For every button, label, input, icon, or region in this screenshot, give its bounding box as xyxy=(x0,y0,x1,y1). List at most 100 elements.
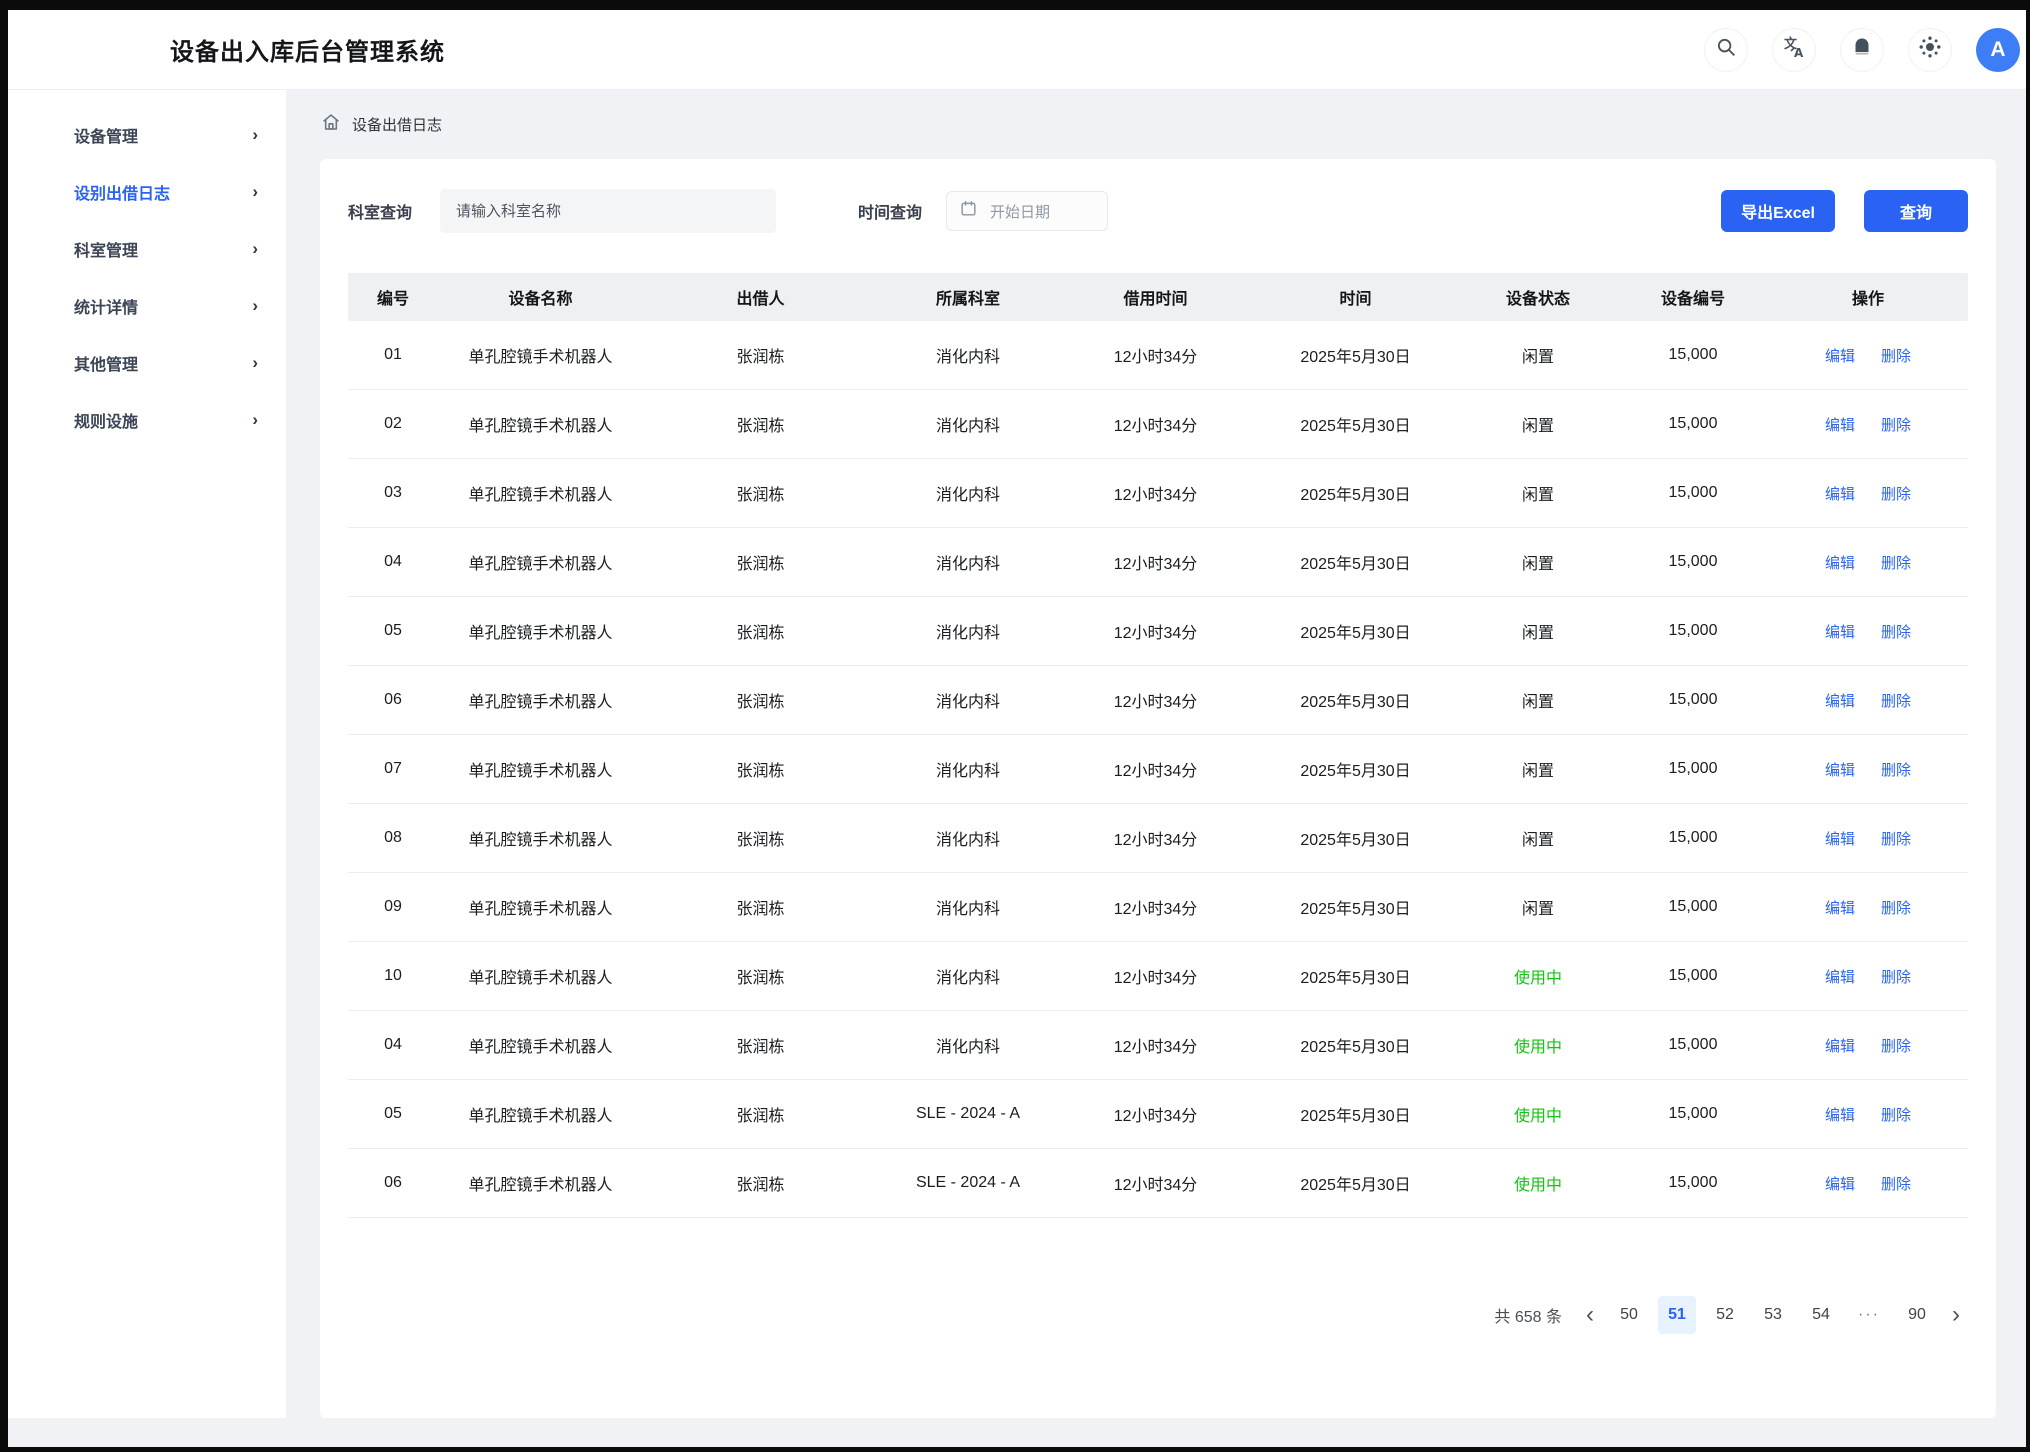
edit-link[interactable]: 编辑 xyxy=(1825,345,1855,366)
cell-no: 04 xyxy=(348,1036,438,1054)
cell-device-name: 单孔腔镜手术机器人 xyxy=(438,1033,643,1057)
table-row: 04单孔腔镜手术机器人张润栋消化内科12小时34分2025年5月30日使用中15… xyxy=(348,1011,1968,1080)
edit-link[interactable]: 编辑 xyxy=(1825,1173,1855,1194)
pagination: 共 658 条 ‹5051525354···90› xyxy=(348,1296,1968,1334)
cell-lender: 张润栋 xyxy=(643,343,878,367)
table-row: 08单孔腔镜手术机器人张润栋消化内科12小时34分2025年5月30日闲置15,… xyxy=(348,804,1968,873)
cell-lender: 张润栋 xyxy=(643,1171,878,1195)
edit-link[interactable]: 编辑 xyxy=(1825,483,1855,504)
main-area: 设备出借日志 科室查询 时间查询 xyxy=(286,90,2026,1418)
search-button[interactable] xyxy=(1704,28,1748,72)
user-avatar[interactable]: A xyxy=(1976,28,2020,72)
cell-device-name: 单孔腔镜手术机器人 xyxy=(438,412,643,436)
column-header: 操作 xyxy=(1768,285,1968,309)
chevron-right-icon: › xyxy=(252,240,258,257)
table-row: 06单孔腔镜手术机器人张润栋SLE - 2024 - A12小时34分2025年… xyxy=(348,1149,1968,1218)
notifications-button[interactable] xyxy=(1840,28,1884,72)
delete-link[interactable]: 删除 xyxy=(1881,1173,1911,1194)
cell-no: 02 xyxy=(348,415,438,433)
column-header: 借用时间 xyxy=(1058,285,1253,309)
page-button[interactable]: 51 xyxy=(1658,1296,1696,1334)
edit-link[interactable]: 编辑 xyxy=(1825,1104,1855,1125)
cell-lender: 张润栋 xyxy=(643,757,878,781)
body-row: 设备管理›设别出借日志›科室管理›统计详情›其他管理›规则设施› 设备出借日志 … xyxy=(8,90,2026,1418)
edit-link[interactable]: 编辑 xyxy=(1825,1035,1855,1056)
edit-link[interactable]: 编辑 xyxy=(1825,966,1855,987)
edit-link[interactable]: 编辑 xyxy=(1825,759,1855,780)
sidebar-item[interactable]: 设别出借日志› xyxy=(8,163,286,220)
start-date-picker[interactable]: 开始日期 xyxy=(946,191,1108,231)
cell-device-code: 15,000 xyxy=(1618,760,1768,778)
sidebar-item[interactable]: 设备管理› xyxy=(8,106,286,163)
table-row: 05单孔腔镜手术机器人张润栋SLE - 2024 - A12小时34分2025年… xyxy=(348,1080,1968,1149)
cell-lender: 张润栋 xyxy=(643,826,878,850)
cell-no: 01 xyxy=(348,346,438,364)
cell-device-code: 15,000 xyxy=(1618,1105,1768,1123)
delete-link[interactable]: 删除 xyxy=(1881,897,1911,918)
cell-lender: 张润栋 xyxy=(643,1102,878,1126)
delete-link[interactable]: 删除 xyxy=(1881,759,1911,780)
page-button[interactable]: 53 xyxy=(1754,1296,1792,1334)
sidebar-item-label: 规则设施 xyxy=(74,408,138,432)
edit-link[interactable]: 编辑 xyxy=(1825,414,1855,435)
delete-link[interactable]: 删除 xyxy=(1881,345,1911,366)
edit-link[interactable]: 编辑 xyxy=(1825,621,1855,642)
cell-actions: 编辑 删除 xyxy=(1768,1173,1968,1194)
cell-borrow-duration: 12小时34分 xyxy=(1058,1033,1253,1057)
cell-lender: 张润栋 xyxy=(643,412,878,436)
page-ellipsis[interactable]: ··· xyxy=(1850,1296,1888,1334)
page-button[interactable]: 50 xyxy=(1610,1296,1648,1334)
cell-borrow-duration: 12小时34分 xyxy=(1058,964,1253,988)
cell-department: 消化内科 xyxy=(878,1033,1058,1057)
page-button[interactable]: 52 xyxy=(1706,1296,1744,1334)
delete-link[interactable]: 删除 xyxy=(1881,414,1911,435)
column-header: 设备名称 xyxy=(438,285,643,309)
page-button[interactable]: 90 xyxy=(1898,1296,1936,1334)
page-button[interactable]: 54 xyxy=(1802,1296,1840,1334)
theme-button[interactable] xyxy=(1908,28,1952,72)
cell-actions: 编辑 删除 xyxy=(1768,483,1968,504)
time-query-label: 时间查询 xyxy=(858,199,922,223)
next-page-button[interactable]: › xyxy=(1946,1303,1966,1327)
table-row: 07单孔腔镜手术机器人张润栋消化内科12小时34分2025年5月30日闲置15,… xyxy=(348,735,1968,804)
cell-device-code: 15,000 xyxy=(1618,829,1768,847)
delete-link[interactable]: 删除 xyxy=(1881,483,1911,504)
delete-link[interactable]: 删除 xyxy=(1881,552,1911,573)
cell-no: 06 xyxy=(348,691,438,709)
cell-borrow-duration: 12小时34分 xyxy=(1058,1171,1253,1195)
delete-link[interactable]: 删除 xyxy=(1881,1035,1911,1056)
delete-link[interactable]: 删除 xyxy=(1881,621,1911,642)
edit-link[interactable]: 编辑 xyxy=(1825,897,1855,918)
cell-actions: 编辑 删除 xyxy=(1768,690,1968,711)
export-excel-button[interactable]: 导出Excel xyxy=(1721,190,1835,232)
cell-actions: 编辑 删除 xyxy=(1768,1035,1968,1056)
sidebar-item[interactable]: 统计详情› xyxy=(8,277,286,334)
delete-link[interactable]: 删除 xyxy=(1881,690,1911,711)
translate-icon: 文 A xyxy=(1782,35,1806,64)
cell-device-name: 单孔腔镜手术机器人 xyxy=(438,826,643,850)
language-button[interactable]: 文 A xyxy=(1772,28,1816,72)
prev-page-button[interactable]: ‹ xyxy=(1580,1303,1600,1327)
edit-link[interactable]: 编辑 xyxy=(1825,552,1855,573)
cell-date: 2025年5月30日 xyxy=(1253,619,1458,643)
cell-date: 2025年5月30日 xyxy=(1253,895,1458,919)
edit-link[interactable]: 编辑 xyxy=(1825,828,1855,849)
column-header: 所属科室 xyxy=(878,285,1058,309)
table-row: 03单孔腔镜手术机器人张润栋消化内科12小时34分2025年5月30日闲置15,… xyxy=(348,459,1968,528)
start-date-placeholder: 开始日期 xyxy=(990,201,1050,222)
cell-borrow-duration: 12小时34分 xyxy=(1058,895,1253,919)
breadcrumb: 设备出借日志 xyxy=(320,111,2026,137)
cell-device-code: 15,000 xyxy=(1618,898,1768,916)
sidebar-item[interactable]: 科室管理› xyxy=(8,220,286,277)
edit-link[interactable]: 编辑 xyxy=(1825,690,1855,711)
sidebar-item[interactable]: 规则设施› xyxy=(8,391,286,448)
cell-no: 05 xyxy=(348,622,438,640)
query-button[interactable]: 查询 xyxy=(1864,190,1968,232)
delete-link[interactable]: 删除 xyxy=(1881,828,1911,849)
delete-link[interactable]: 删除 xyxy=(1881,1104,1911,1125)
sidebar-item[interactable]: 其他管理› xyxy=(8,334,286,391)
cell-actions: 编辑 删除 xyxy=(1768,828,1968,849)
cell-actions: 编辑 删除 xyxy=(1768,345,1968,366)
dept-search-input[interactable] xyxy=(440,189,776,233)
delete-link[interactable]: 删除 xyxy=(1881,966,1911,987)
